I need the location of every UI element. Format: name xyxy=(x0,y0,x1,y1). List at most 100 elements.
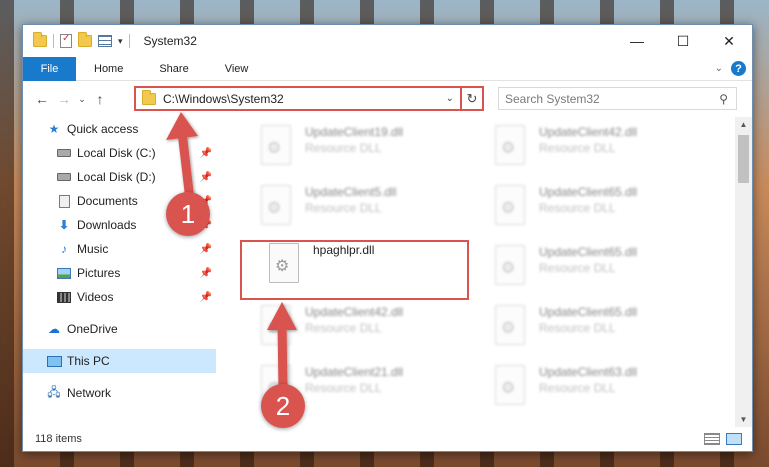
sidebar-item-videos[interactable]: Videos 📌 xyxy=(23,285,216,309)
sidebar-item-label: This PC xyxy=(67,354,110,368)
sidebar-item-label: Videos xyxy=(77,290,114,304)
file-name: UpdateClient65.dll xyxy=(539,245,638,259)
address-path[interactable]: C:\Windows\System32 xyxy=(163,92,284,106)
back-button[interactable]: ← xyxy=(31,91,53,107)
large-icons-view-icon[interactable] xyxy=(726,433,742,445)
file-item[interactable]: UpdateClient42.dll Resource DLL xyxy=(495,125,715,175)
dll-file-icon xyxy=(495,185,525,225)
file-name: UpdateClient63.dll xyxy=(539,365,638,379)
details-view-icon[interactable] xyxy=(704,433,720,445)
music-icon: ♪ xyxy=(61,242,67,256)
sidebar-item-label: Local Disk (D:) xyxy=(77,170,156,184)
sidebar-item-label: Network xyxy=(67,386,112,400)
file-type: Resource DLL xyxy=(539,141,616,155)
file-explorer-window: ▾ System32 — ☐ ✕ File Home Share View ⌄ … xyxy=(22,24,753,452)
sidebar-item-music[interactable]: ♪ Music 📌 xyxy=(23,237,216,261)
window-controls: — ☐ ✕ xyxy=(614,25,752,57)
file-item[interactable]: UpdateClient65.dll Resource DLL xyxy=(495,185,715,235)
sidebar-item-quick-access[interactable]: ★ Quick access xyxy=(23,117,216,141)
sidebar-item-label: Documents xyxy=(77,194,138,208)
pin-icon[interactable]: 📌 xyxy=(200,172,212,183)
sidebar-item-onedrive[interactable]: ☁ OneDrive xyxy=(23,317,216,341)
network-icon: 🖧 xyxy=(47,384,61,399)
pin-icon[interactable]: 📌 xyxy=(200,148,212,159)
maximize-button[interactable]: ☐ xyxy=(660,25,706,57)
sidebar-item-local-disk-c[interactable]: Local Disk (C:) 📌 xyxy=(23,141,216,165)
address-bar[interactable]: C:\Windows\System32 ⌄ ↻ xyxy=(134,86,484,111)
toolbar-separator xyxy=(53,34,54,48)
pin-icon[interactable]: 📌 xyxy=(200,268,212,279)
sidebar-item-label: Local Disk (C:) xyxy=(77,146,156,160)
quick-access-toolbar: ▾ xyxy=(23,32,130,48)
pictures-icon xyxy=(55,266,73,280)
sidebar-item-local-disk-d[interactable]: Local Disk (D:) 📌 xyxy=(23,165,216,189)
sidebar-item-pictures[interactable]: Pictures 📌 xyxy=(23,261,216,285)
new-folder-icon[interactable] xyxy=(78,32,92,47)
sidebar-item-this-pc[interactable]: This PC xyxy=(23,349,216,373)
recent-locations-dropdown[interactable]: ⌄ xyxy=(75,94,89,105)
file-item[interactable]: UpdateClient65.dll Resource DLL xyxy=(495,305,715,355)
navigation-pane: ★ Quick access Local Disk (C:) 📌 Local D… xyxy=(23,117,216,427)
dll-file-icon xyxy=(495,245,525,285)
close-button[interactable]: ✕ xyxy=(706,25,752,57)
file-name: UpdateClient65.dll xyxy=(539,305,638,319)
title-bar: ▾ System32 — ☐ ✕ xyxy=(23,25,752,57)
status-bar: 118 items xyxy=(23,427,752,451)
file-type: Resource DLL xyxy=(305,141,382,155)
sidebar-item-network[interactable]: 🖧 Network xyxy=(23,381,216,405)
documents-icon xyxy=(55,194,73,208)
up-button[interactable]: ↑ xyxy=(89,91,111,107)
pin-icon[interactable]: 📌 xyxy=(200,292,212,303)
expand-ribbon-icon[interactable]: ⌄ xyxy=(715,63,723,74)
drive-icon xyxy=(55,170,73,184)
address-dropdown-icon[interactable]: ⌄ xyxy=(440,93,460,104)
sidebar-item-label: Quick access xyxy=(67,122,139,136)
file-item[interactable]: UpdateClient63.dll Resource DLL xyxy=(495,365,715,415)
help-icon[interactable]: ? xyxy=(731,61,746,76)
file-type: Resource DLL xyxy=(539,261,616,275)
tab-file[interactable]: File xyxy=(23,56,76,81)
file-item[interactable]: UpdateClient5.dll Resource DLL xyxy=(261,185,481,235)
scroll-up-icon[interactable]: ▲ xyxy=(735,120,752,129)
file-type: Resource DLL xyxy=(305,381,382,395)
view-switcher xyxy=(704,433,752,445)
dll-file-icon xyxy=(495,125,525,165)
file-name: UpdateClient42.dll xyxy=(305,305,404,319)
folder-icon[interactable] xyxy=(33,32,47,47)
dll-file-icon xyxy=(495,305,525,345)
item-count: 118 items xyxy=(35,433,82,445)
file-name: UpdateClient65.dll xyxy=(539,185,638,199)
dll-file-icon xyxy=(261,305,291,345)
scroll-down-icon[interactable]: ▼ xyxy=(735,415,752,424)
view-options-icon[interactable] xyxy=(98,35,112,47)
tab-share[interactable]: Share xyxy=(141,57,206,81)
search-input[interactable]: Search System32 ⚲ xyxy=(498,87,737,110)
folder-icon xyxy=(142,89,156,105)
file-item[interactable]: UpdateClient42.dll Resource DLL xyxy=(261,305,481,355)
refresh-icon[interactable]: ↻ xyxy=(460,88,482,109)
sidebar-item-label: Music xyxy=(77,242,109,256)
videos-icon xyxy=(55,290,73,304)
file-type: Resource DLL xyxy=(305,201,382,215)
dll-file-icon xyxy=(495,365,525,405)
file-item[interactable]: UpdateClient65.dll Resource DLL xyxy=(495,245,715,295)
dll-file-icon xyxy=(261,185,291,225)
scrollbar-thumb[interactable] xyxy=(738,135,749,183)
ribbon-right-controls: ⌄ ? xyxy=(715,61,752,76)
pin-icon[interactable]: 📌 xyxy=(200,244,212,255)
drive-icon xyxy=(55,146,73,160)
tab-home[interactable]: Home xyxy=(76,57,141,81)
minimize-button[interactable]: — xyxy=(614,25,660,57)
search-icon[interactable]: ⚲ xyxy=(719,92,728,106)
tab-view[interactable]: View xyxy=(207,57,267,81)
forward-button[interactable]: → xyxy=(53,91,75,107)
onedrive-icon: ☁ xyxy=(48,322,60,336)
sidebar-item-label: OneDrive xyxy=(67,322,118,336)
properties-icon[interactable] xyxy=(60,33,72,48)
window-title: System32 xyxy=(143,34,197,48)
file-name: UpdateClient42.dll xyxy=(539,125,638,139)
customize-toolbar-dropdown[interactable]: ▾ xyxy=(118,36,123,47)
vertical-scrollbar[interactable]: ▲ ▼ xyxy=(735,117,752,427)
file-type: Resource DLL xyxy=(305,321,382,335)
file-item[interactable]: UpdateClient19.dll Resource DLL xyxy=(261,125,481,175)
